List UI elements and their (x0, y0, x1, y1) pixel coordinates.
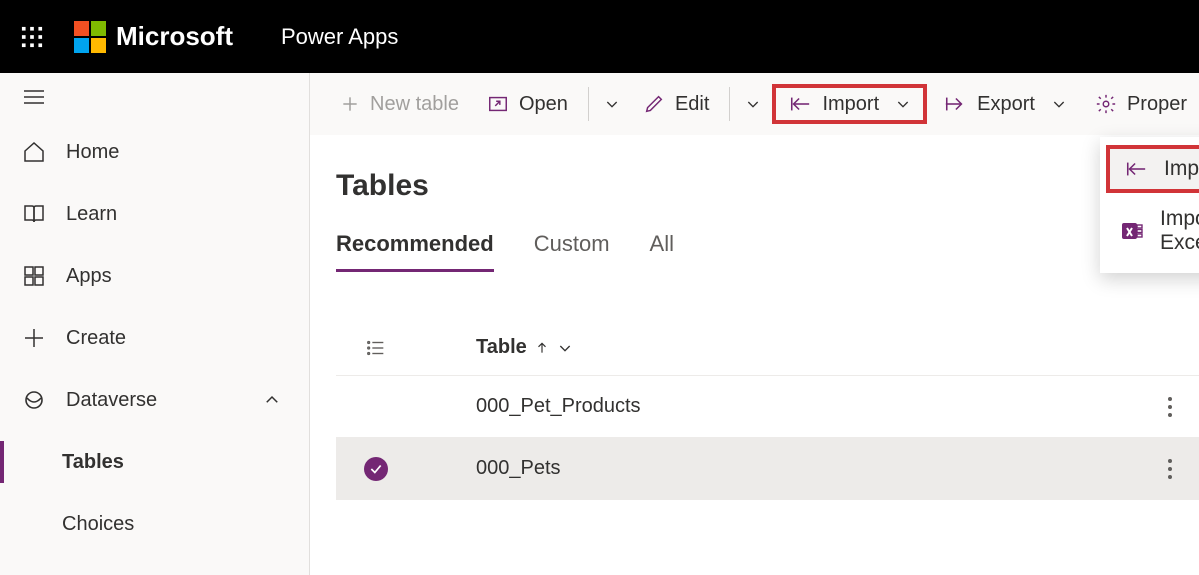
apps-icon (22, 264, 46, 288)
table: Table 000_Pet_Products (320, 320, 1199, 500)
sidebar-item-learn[interactable]: Learn (0, 183, 309, 245)
sidebar-item-label: Create (66, 327, 126, 350)
table-cell-name: 000_Pet_Products (416, 395, 641, 418)
export-icon (943, 93, 967, 115)
sidebar-subitem-label: Choices (62, 513, 134, 536)
chevron-down-icon[interactable] (557, 340, 573, 356)
hamburger-icon[interactable] (22, 85, 46, 109)
export-button[interactable]: Export (931, 84, 1079, 124)
page-title: Tables (320, 135, 1199, 223)
list-icon[interactable] (365, 337, 387, 359)
sidebar-subitem-tables[interactable]: Tables (0, 431, 309, 493)
chevron-up-icon (263, 391, 281, 409)
sidebar-item-label: Learn (66, 203, 117, 226)
edit-button[interactable]: Edit (631, 84, 721, 124)
chevron-down-icon (895, 96, 911, 112)
microsoft-logo-icon (74, 21, 106, 53)
brand: Microsoft (74, 21, 233, 53)
table-header-row: Table (336, 320, 1199, 376)
import-dropdown: Import data Import data from Excel (1100, 137, 1199, 273)
edit-caret[interactable] (738, 84, 768, 124)
dropdown-item-label: Import data from Excel (1160, 207, 1199, 255)
sidebar-item-label: Dataverse (66, 389, 157, 412)
tab-recommended[interactable]: Recommended (336, 223, 494, 272)
more-icon[interactable] (1167, 458, 1173, 480)
chevron-down-icon (1051, 96, 1067, 112)
open-button[interactable]: Open (475, 84, 580, 124)
sidebar-item-label: Apps (66, 265, 112, 288)
plus-icon (22, 326, 46, 350)
home-icon (22, 140, 46, 164)
sort-asc-icon (535, 341, 549, 355)
table-row[interactable]: 000_Pets (336, 438, 1199, 500)
button-label: Edit (675, 93, 709, 116)
import-icon (1124, 158, 1148, 180)
sidebar: Home Learn Apps Create Dataverse (0, 73, 310, 575)
button-label: New table (370, 93, 459, 116)
toolbar-divider (588, 87, 589, 121)
button-label: Proper (1127, 93, 1187, 116)
gear-icon (1095, 93, 1117, 115)
import-button[interactable]: Import (772, 84, 927, 124)
sidebar-item-label: Home (66, 141, 119, 164)
more-icon[interactable] (1167, 396, 1173, 418)
excel-icon (1120, 219, 1144, 243)
tab-all[interactable]: All (650, 223, 674, 272)
row-selected-icon[interactable] (364, 457, 388, 481)
dropdown-item-label: Import data (1164, 157, 1199, 181)
import-icon (788, 93, 812, 115)
dropdown-import-excel[interactable]: Import data from Excel (1100, 195, 1199, 267)
column-header-table[interactable]: Table (416, 336, 573, 359)
table-row[interactable]: 000_Pet_Products (336, 376, 1199, 438)
sidebar-subitem-label: Tables (62, 451, 124, 474)
app-header: Microsoft Power Apps (0, 0, 1199, 73)
button-label: Export (977, 93, 1035, 116)
properties-button[interactable]: Proper (1083, 84, 1199, 124)
dataverse-icon (22, 388, 46, 412)
pencil-icon (643, 93, 665, 115)
command-bar: New table Open Edit (310, 73, 1199, 135)
sidebar-item-home[interactable]: Home (0, 121, 309, 183)
app-name: Power Apps (281, 24, 398, 50)
sidebar-item-dataverse[interactable]: Dataverse (0, 369, 309, 431)
button-label: Open (519, 93, 568, 116)
plus-icon (340, 94, 360, 114)
book-icon (22, 202, 46, 226)
open-caret[interactable] (597, 84, 627, 124)
table-cell-name: 000_Pets (416, 457, 561, 480)
brand-text: Microsoft (116, 21, 233, 52)
sidebar-item-create[interactable]: Create (0, 307, 309, 369)
open-icon (487, 93, 509, 115)
sidebar-subitem-choices[interactable]: Choices (0, 493, 309, 555)
dropdown-import-data[interactable]: Import data (1106, 145, 1199, 193)
tab-custom[interactable]: Custom (534, 223, 610, 272)
new-table-button[interactable]: New table (328, 84, 471, 124)
button-label: Import (822, 93, 879, 116)
sidebar-item-apps[interactable]: Apps (0, 245, 309, 307)
tab-row: Recommended Custom All (320, 223, 1199, 272)
toolbar-divider (729, 87, 730, 121)
app-launcher-icon[interactable] (18, 23, 46, 51)
content-area: New table Open Edit (310, 73, 1199, 575)
